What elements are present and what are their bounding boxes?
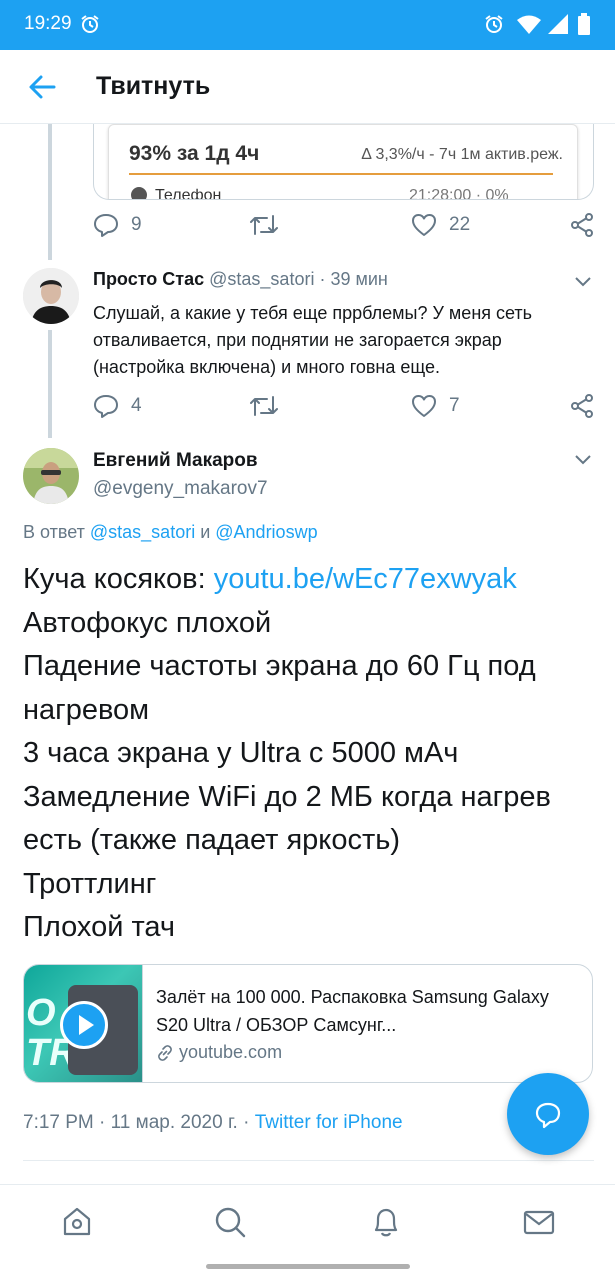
wifi-icon	[517, 15, 541, 34]
in-reply-to: В ответ @stas_satori и @Andrioswp	[23, 522, 318, 542]
retweet-icon	[250, 215, 278, 235]
signal-icon	[548, 14, 568, 34]
tweet-line: Троттлинг	[23, 867, 157, 900]
tweet-line: Замедление WiFi до 2 МБ когда нагрев ест…	[23, 780, 551, 857]
notifications-bell-icon[interactable]	[369, 1205, 403, 1239]
tweet-line: Падение частоты экрана до 60 Гц под нагр…	[23, 650, 536, 726]
mention-link[interactable]: @Andrioswp	[215, 522, 317, 542]
reply-button[interactable]: 9	[93, 212, 142, 238]
heart-icon	[412, 395, 436, 417]
chevron-down-icon[interactable]	[573, 274, 593, 288]
tweet-body: Куча косяков: youtu.be/wEc77exwyak Автоф…	[23, 558, 598, 950]
card-domain: youtube.com	[156, 1042, 282, 1063]
reply-author-line: Просто Стас @stas_satori · 39 мин	[93, 269, 388, 290]
search-icon[interactable]	[213, 1205, 247, 1239]
battery-icon	[578, 13, 590, 35]
tweet-line: Плохой тач	[23, 911, 176, 943]
share-button[interactable]	[569, 212, 595, 238]
like-button[interactable]: 22	[411, 212, 470, 238]
card-divider	[142, 965, 143, 1082]
progress-divider	[129, 173, 553, 175]
divider	[23, 1160, 594, 1161]
like-button[interactable]: 7	[411, 393, 460, 419]
play-button[interactable]	[60, 1001, 108, 1049]
page-title: Твитнуть	[96, 72, 211, 100]
alarm-icon	[81, 15, 99, 33]
tweet-meta: 7:17 PM · 11 мар. 2020 г. · Twitter for …	[23, 1112, 403, 1134]
video-thumbnail[interactable]: O TRA	[24, 965, 142, 1082]
share-icon	[571, 394, 593, 418]
messages-mail-icon[interactable]	[522, 1205, 556, 1239]
tweet-media-preview[interactable]: 93% за 1д 4ч Δ 3,3%/ч - 7ч 1м актив.реж.…	[93, 124, 594, 200]
top-app-bar: Твитнуть	[0, 50, 615, 124]
like-count: 22	[449, 214, 471, 235]
tweet-line: Куча косяков: youtu.be/wEc77exwyak	[23, 563, 517, 595]
avatar[interactable]	[23, 268, 79, 324]
link-preview-card[interactable]: O TRA Залёт на 100 000. Распаковка Samsun…	[23, 964, 593, 1083]
home-gesture-bar[interactable]	[206, 1264, 410, 1269]
mention-link[interactable]: @stas_satori	[90, 522, 195, 542]
alarm-icon	[485, 15, 503, 33]
cut-text-right: 21:28:00 · 0%	[409, 187, 509, 200]
reply-button[interactable]: 4	[93, 393, 142, 419]
retweet-button[interactable]	[249, 393, 279, 419]
home-icon[interactable]	[60, 1205, 94, 1239]
thread-connector	[48, 124, 52, 260]
tweet-line: Автофокус плохой	[23, 606, 272, 639]
cut-text-left: Телефон	[155, 187, 222, 200]
retweet-button[interactable]	[249, 212, 279, 238]
tweet-time: · 39 мин	[319, 269, 388, 289]
battery-headline: 93% за 1д 4ч	[129, 142, 260, 165]
thread-connector	[48, 330, 52, 438]
tweet-timestamp: 7:17 PM · 11 мар. 2020 г. ·	[23, 1112, 255, 1133]
heart-icon	[412, 214, 436, 236]
status-bar: 19:29	[0, 0, 615, 50]
youtube-link[interactable]: youtu.be/wEc77exwyak	[214, 563, 517, 595]
reply-count: 4	[131, 395, 142, 416]
author-handle[interactable]: @stas_satori	[209, 269, 314, 289]
tweet-source-link[interactable]: Twitter for iPhone	[255, 1112, 403, 1133]
avatar[interactable]	[23, 448, 79, 504]
chevron-down-icon[interactable]	[573, 452, 593, 466]
tweet-actions: 9 22	[93, 212, 603, 242]
tweet-actions: 4 7	[93, 393, 603, 423]
phone-icon	[131, 187, 147, 199]
author-handle[interactable]: @evgeny_makarov7	[93, 478, 268, 500]
reply-icon	[94, 395, 118, 418]
reply-icon	[94, 214, 118, 237]
like-count: 7	[449, 395, 460, 416]
author-name[interactable]: Евгений Макаров	[93, 450, 258, 472]
share-button[interactable]	[569, 393, 595, 419]
share-icon	[571, 213, 593, 237]
link-icon	[158, 1044, 172, 1061]
retweet-icon	[250, 396, 278, 416]
author-name[interactable]: Просто Стас	[93, 269, 204, 289]
reply-fab[interactable]	[507, 1073, 589, 1155]
battery-stat: Δ 3,3%/ч - 7ч 1м актив.реж.	[361, 146, 563, 163]
back-arrow-icon[interactable]	[28, 74, 56, 100]
play-icon	[79, 1015, 94, 1035]
reply-count: 9	[131, 214, 142, 235]
card-title: Залёт на 100 000. Распаковка Samsung Gal…	[156, 987, 549, 1035]
tweet-line: 3 часа экрана у Ultra с 5000 мАч	[23, 737, 459, 769]
compose-reply-icon	[535, 1102, 561, 1129]
battery-stats-screenshot: 93% за 1д 4ч Δ 3,3%/ч - 7ч 1м актив.реж.…	[108, 124, 578, 200]
reply-text: Слушай, а какие у тебя еще прpблемы? У м…	[93, 303, 533, 377]
status-time: 19:29	[24, 13, 72, 34]
